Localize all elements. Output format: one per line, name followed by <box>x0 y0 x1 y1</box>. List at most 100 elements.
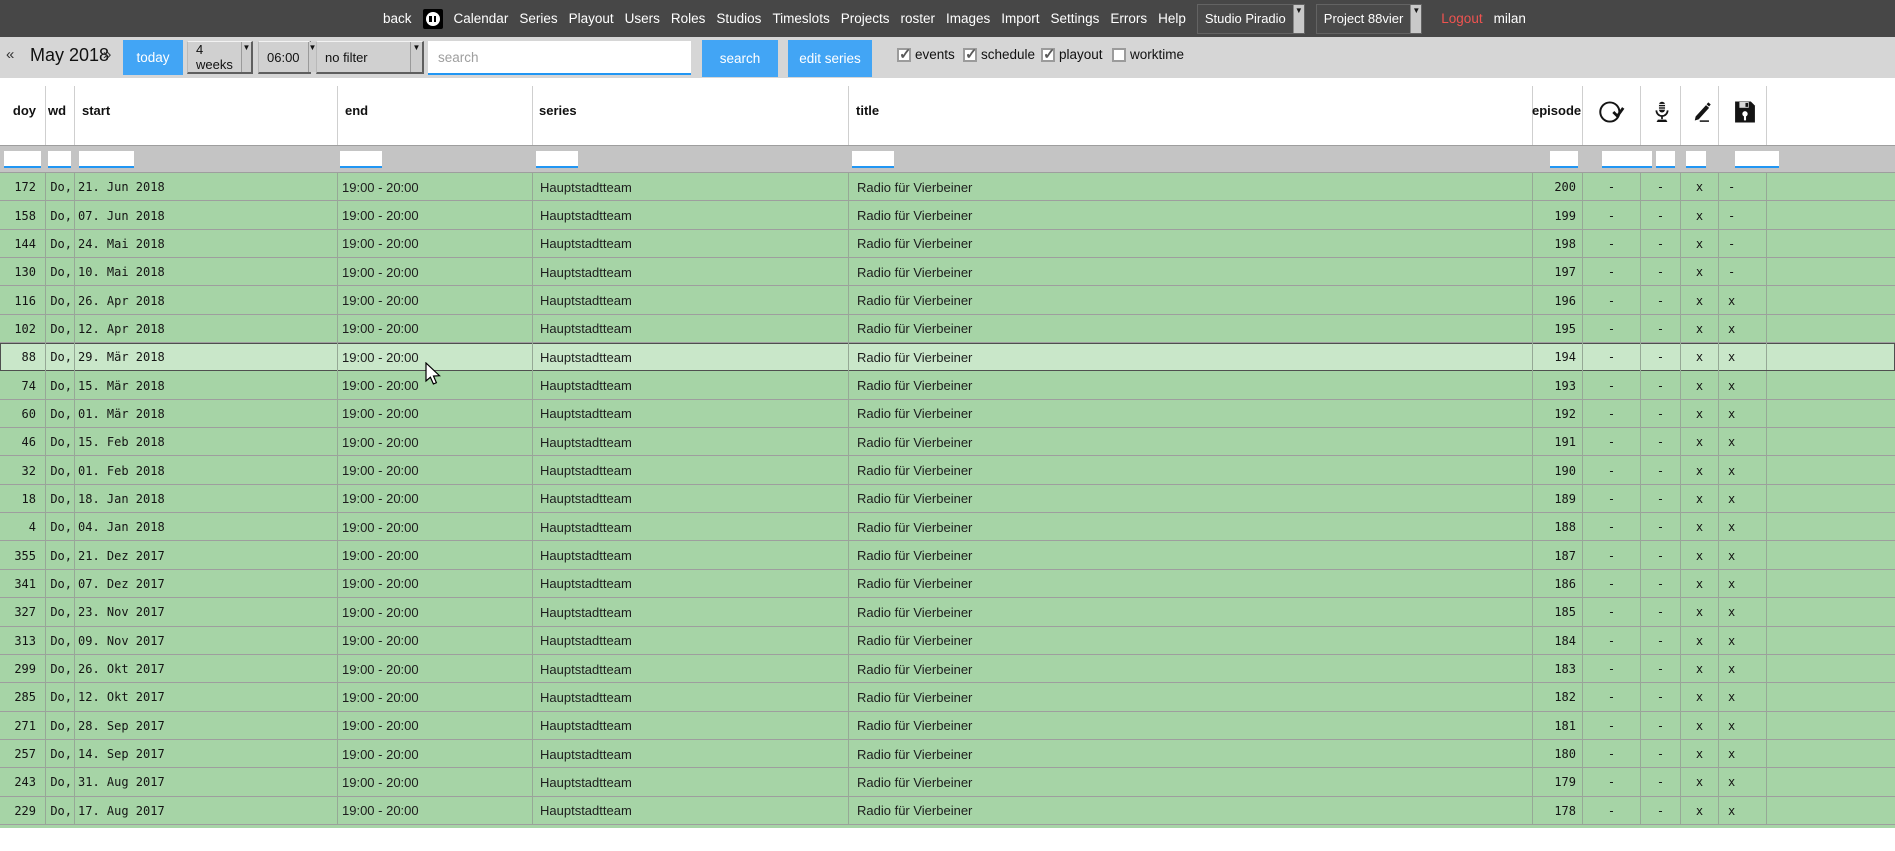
episode-row-186[interactable]: 341Do,07. Dez 201719:00 - 20:00Hauptstad… <box>0 570 1895 598</box>
cell-doy: 341 <box>0 570 45 598</box>
pause-circle-logo-icon[interactable] <box>423 9 443 29</box>
cell-start: 15. Mär 2018 <box>74 371 337 399</box>
cell-doy: 60 <box>0 400 45 428</box>
cell-wd: Do, <box>45 797 74 825</box>
filter-select[interactable]: no filter ▼ <box>316 41 424 74</box>
nav-item-users[interactable]: Users <box>625 11 660 26</box>
filter-input-mic[interactable] <box>1656 151 1675 168</box>
episode-row-183[interactable]: 299Do,26. Okt 201719:00 - 20:00Hauptstad… <box>0 655 1895 683</box>
nav-item-playout[interactable]: Playout <box>569 11 614 26</box>
episode-row-189[interactable]: 18Do,18. Jan 201819:00 - 20:00Hauptstadt… <box>0 485 1895 513</box>
cell-save: x <box>1718 712 1766 740</box>
back-link[interactable]: back <box>383 11 412 26</box>
episode-row-180[interactable]: 257Do,14. Sep 201719:00 - 20:00Hauptstad… <box>0 740 1895 768</box>
save-icon[interactable] <box>1731 98 1759 131</box>
prev-month-button[interactable]: « <box>6 46 14 63</box>
search-button[interactable]: search <box>702 40 778 77</box>
nav-item-errors[interactable]: Errors <box>1110 11 1147 26</box>
filter-input-title[interactable] <box>852 151 894 168</box>
nav-item-help[interactable]: Help <box>1158 11 1186 26</box>
filter-input-save[interactable] <box>1735 151 1779 168</box>
col-header-title[interactable]: title <box>856 103 879 118</box>
episode-row-199[interactable]: 158Do,07. Jun 201819:00 - 20:00Hauptstad… <box>0 201 1895 229</box>
nav-item-calendar[interactable]: Calendar <box>454 11 509 26</box>
col-header-doy[interactable]: doy <box>0 103 36 118</box>
search-input[interactable] <box>428 41 691 75</box>
cell-title: Radio für Vierbeiner <box>848 768 1532 796</box>
cell-save: - <box>1718 230 1766 258</box>
cell-title: Radio für Vierbeiner <box>848 485 1532 513</box>
episode-row-195[interactable]: 102Do,12. Apr 201819:00 - 20:00Hauptstad… <box>0 315 1895 343</box>
filter-input-edit[interactable] <box>1686 151 1706 168</box>
nav-item-series[interactable]: Series <box>519 11 557 26</box>
nav-item-import[interactable]: Import <box>1001 11 1039 26</box>
cell-title: Radio für Vierbeiner <box>848 371 1532 399</box>
day-start-time-select[interactable]: 06:00 ▼ <box>258 41 311 74</box>
episode-row-192[interactable]: 60Do,01. Mär 201819:00 - 20:00Hauptstadt… <box>0 400 1895 428</box>
chevron-down-icon[interactable]: ▼ <box>241 42 251 72</box>
filter-input-wd[interactable] <box>48 151 71 168</box>
worktime-checkbox[interactable] <box>1112 48 1126 62</box>
episode-row-181[interactable]: 271Do,28. Sep 201719:00 - 20:00Hauptstad… <box>0 712 1895 740</box>
filter-input-start[interactable] <box>79 151 134 168</box>
episode-row-197[interactable]: 130Do,10. Mai 201819:00 - 20:00Hauptstad… <box>0 258 1895 286</box>
cell-title: Radio für Vierbeiner <box>848 456 1532 484</box>
today-button[interactable]: today <box>123 40 183 75</box>
nav-item-roles[interactable]: Roles <box>671 11 706 26</box>
episode-row-193[interactable]: 74Do,15. Mär 201819:00 - 20:00Hauptstadt… <box>0 371 1895 399</box>
schedule-checkbox[interactable] <box>963 48 977 62</box>
episode-row-190[interactable]: 32Do,01. Feb 201819:00 - 20:00Hauptstadt… <box>0 456 1895 484</box>
filter-input-series[interactable] <box>536 151 578 168</box>
chevron-down-icon[interactable]: ▼ <box>410 42 422 72</box>
nav-item-settings[interactable]: Settings <box>1051 11 1100 26</box>
events-checkbox[interactable] <box>897 48 911 62</box>
episode-row-184[interactable]: 313Do,09. Nov 201719:00 - 20:00Hauptstad… <box>0 627 1895 655</box>
cell-doy: 229 <box>0 797 45 825</box>
nav-item-timeslots[interactable]: Timeslots <box>772 11 829 26</box>
episode-row-191[interactable]: 46Do,15. Feb 201819:00 - 20:00Hauptstadt… <box>0 428 1895 456</box>
cell-wd: Do, <box>45 513 74 541</box>
cell-save: x <box>1718 286 1766 314</box>
episode-row-185[interactable]: 327Do,23. Nov 201719:00 - 20:00Hauptstad… <box>0 598 1895 626</box>
nav-item-studios[interactable]: Studios <box>716 11 761 26</box>
studio-selector[interactable]: Studio Piradio ▼ <box>1197 4 1305 34</box>
col-header-end[interactable]: end <box>345 103 368 118</box>
next-month-button[interactable]: » <box>103 46 111 63</box>
filter-input-episode[interactable] <box>1550 151 1578 168</box>
col-header-start[interactable]: start <box>82 103 110 118</box>
episode-row-200[interactable]: 172Do,21. Jun 201819:00 - 20:00Hauptstad… <box>0 173 1895 201</box>
col-header-episode[interactable]: episode <box>1532 103 1578 118</box>
episode-row-196[interactable]: 116Do,26. Apr 201819:00 - 20:00Hauptstad… <box>0 286 1895 314</box>
nav-item-images[interactable]: Images <box>946 11 990 26</box>
edit-series-button[interactable]: edit series <box>788 40 872 77</box>
microphone-icon[interactable] <box>1649 98 1675 131</box>
chevron-down-icon[interactable]: ▼ <box>1293 5 1304 33</box>
rerun-icon[interactable] <box>1597 98 1625 131</box>
cell-episode: 195 <box>1532 315 1582 343</box>
chevron-down-icon[interactable]: ▼ <box>1410 5 1421 33</box>
episode-row-187[interactable]: 355Do,21. Dez 201719:00 - 20:00Hauptstad… <box>0 541 1895 569</box>
logout-link[interactable]: Logout <box>1441 11 1482 26</box>
episode-row-182[interactable]: 285Do,12. Okt 201719:00 - 20:00Hauptstad… <box>0 683 1895 711</box>
project-selector[interactable]: Project 88vier ▼ <box>1316 4 1422 34</box>
filter-input-rerun[interactable] <box>1602 151 1652 168</box>
playout-checkbox[interactable] <box>1041 48 1055 62</box>
col-header-series[interactable]: series <box>539 103 577 118</box>
episode-row-198[interactable]: 144Do,24. Mai 201819:00 - 20:00Hauptstad… <box>0 230 1895 258</box>
cell-save: x <box>1718 627 1766 655</box>
nav-item-projects[interactable]: Projects <box>841 11 890 26</box>
episode-row-194[interactable]: 88Do,29. Mär 201819:00 - 20:00Hauptstadt… <box>0 343 1895 371</box>
cell-save: x <box>1718 598 1766 626</box>
weeks-range-select[interactable]: 4 weeks ▼ <box>187 41 253 74</box>
cell-title: Radio für Vierbeiner <box>848 740 1532 768</box>
filter-input-end[interactable] <box>340 151 382 168</box>
col-header-wd[interactable]: wd <box>48 103 66 118</box>
current-period-label: May 2018 <box>30 45 109 66</box>
pencil-icon[interactable] <box>1690 98 1716 131</box>
episode-row-179[interactable]: 243Do,31. Aug 201719:00 - 20:00Hauptstad… <box>0 768 1895 796</box>
nav-item-roster[interactable]: roster <box>900 11 935 26</box>
episode-row-178[interactable]: 229Do,17. Aug 201719:00 - 20:00Hauptstad… <box>0 797 1895 825</box>
cell-edit: x <box>1680 627 1718 655</box>
filter-input-doy[interactable] <box>4 151 41 168</box>
episode-row-188[interactable]: 4Do,04. Jan 201819:00 - 20:00Hauptstadtt… <box>0 513 1895 541</box>
